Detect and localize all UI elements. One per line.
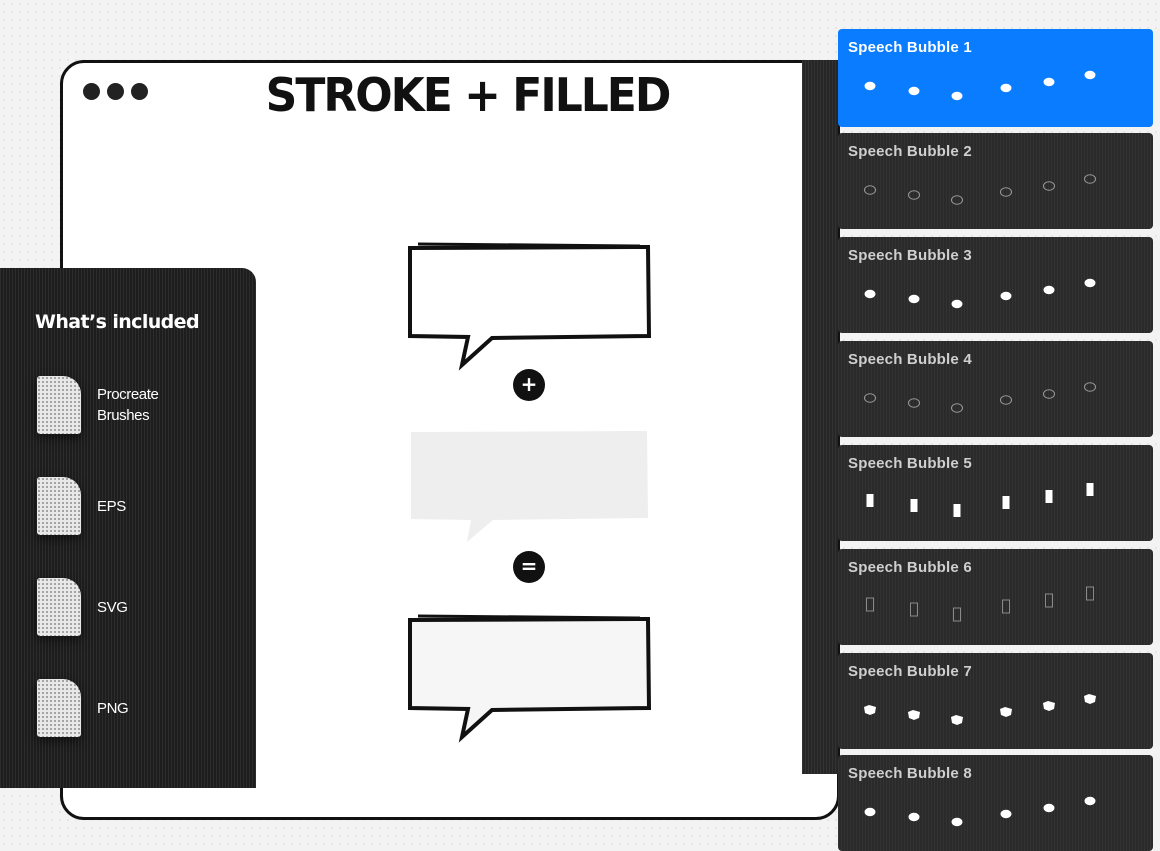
brush-stroke-preview	[864, 174, 1096, 205]
brush-stroke-mark	[864, 81, 876, 91]
brush-stroke-mark	[1084, 278, 1096, 288]
brush-stroke-mark	[910, 602, 918, 617]
brush-stroke-mark	[1043, 77, 1055, 87]
file-label: SVG	[97, 598, 128, 616]
brush-item-speech-bubble-2[interactable]: Speech Bubble 2	[838, 133, 1160, 229]
brush-stroke-mark	[1084, 70, 1096, 80]
file-item-png[interactable]: PNG	[37, 679, 197, 737]
brush-stroke-mark	[864, 705, 876, 715]
brush-stroke-mark	[1043, 701, 1055, 711]
brush-stroke-mark	[1000, 809, 1012, 819]
brush-stroke-mark	[1002, 496, 1010, 509]
result-bubble-illustration	[408, 614, 652, 743]
brush-stroke-mark	[864, 289, 876, 299]
brush-stroke-mark	[1084, 694, 1096, 704]
brush-stroke-mark	[1084, 174, 1096, 184]
brush-stroke-mark	[864, 185, 876, 195]
brush-item-speech-bubble-1[interactable]: Speech Bubble 1	[838, 29, 1160, 127]
brush-stroke-preview	[866, 586, 1094, 622]
brush-stroke-preview	[864, 796, 1096, 827]
brush-stroke-mark	[951, 817, 963, 827]
plus-operator-icon: +	[513, 369, 545, 401]
brush-stroke-mark	[951, 195, 963, 205]
brush-item-speech-bubble-3[interactable]: Speech Bubble 3	[838, 237, 1160, 333]
brush-stroke-mark	[953, 607, 961, 622]
file-label: EPS	[97, 497, 126, 515]
file-label: PNG	[97, 699, 129, 717]
brush-item-speech-bubble-5[interactable]: Speech Bubble 5	[838, 445, 1160, 541]
brush-stroke-mark	[910, 499, 918, 512]
brush-stroke-mark	[951, 403, 963, 413]
brush-stroke-preview	[866, 483, 1094, 517]
file-icon	[37, 376, 81, 434]
brush-stroke-preview	[864, 70, 1096, 101]
brush-stroke-mark	[1084, 796, 1096, 806]
brush-stroke-mark	[864, 393, 876, 403]
brush-stroke-mark	[1086, 586, 1094, 601]
whats-included-heading: What’s included	[35, 311, 200, 333]
brush-library-list: Speech Bubble 1 Speech Bubble 2 Speech B…	[838, 0, 1160, 851]
file-item-svg[interactable]: SVG	[37, 578, 197, 636]
brush-stroke-preview	[864, 382, 1096, 413]
brush-stroke-mark	[951, 91, 963, 101]
file-item-eps[interactable]: EPS	[37, 477, 197, 535]
brush-item-speech-bubble-4[interactable]: Speech Bubble 4	[838, 341, 1160, 437]
brush-stroke-preview	[864, 278, 1096, 309]
brush-stroke-mark	[1084, 382, 1096, 392]
brush-stroke-mark	[1000, 395, 1012, 405]
brush-stroke-mark	[1043, 803, 1055, 813]
brush-stroke-mark	[908, 812, 920, 822]
brush-stroke-mark	[951, 299, 963, 309]
brush-item-speech-bubble-6[interactable]: Speech Bubble 6	[838, 549, 1160, 645]
brush-stroke-mark	[1043, 389, 1055, 399]
whats-included-panel: What’s included Procreate Brushes EPS SV…	[0, 268, 256, 788]
file-icon	[37, 578, 81, 636]
page-title: STROKE + FILLED	[265, 68, 672, 123]
brush-stroke-mark	[908, 398, 920, 408]
brush-panel-edge	[802, 60, 838, 774]
brush-item-speech-bubble-7[interactable]: Speech Bubble 7	[838, 653, 1160, 749]
file-label: Procreate Brushes	[97, 386, 159, 424]
brush-stroke-mark	[864, 807, 876, 817]
brush-stroke-mark	[951, 715, 963, 725]
brush-stroke-mark	[908, 86, 920, 96]
brush-stroke-mark	[1000, 83, 1012, 93]
brush-stroke-mark	[1045, 593, 1053, 608]
brush-stroke-mark	[908, 190, 920, 200]
brush-stroke-mark	[1086, 483, 1094, 496]
brush-stroke-mark	[953, 504, 961, 517]
brush-stroke-mark	[1000, 291, 1012, 301]
brush-stroke-mark	[1045, 490, 1053, 503]
file-icon	[37, 477, 81, 535]
brush-stroke-mark	[1000, 707, 1012, 717]
brush-stroke-mark	[908, 710, 920, 720]
brush-stroke-mark	[866, 494, 874, 507]
brush-item-speech-bubble-8[interactable]: Speech Bubble 8	[838, 755, 1160, 851]
equals-operator-icon: =	[513, 551, 545, 583]
brush-stroke-mark	[1043, 181, 1055, 191]
file-icon	[37, 679, 81, 737]
stroke-bubble-illustration	[408, 242, 652, 371]
brush-stroke-preview	[864, 694, 1096, 725]
file-item-procreate[interactable]: Procreate Brushes	[37, 376, 197, 434]
filled-bubble-illustration	[411, 431, 648, 542]
brush-stroke-mark	[1000, 187, 1012, 197]
brush-stroke-mark	[866, 597, 874, 612]
brush-stroke-mark	[1043, 285, 1055, 295]
brush-stroke-mark	[1002, 599, 1010, 614]
brush-stroke-mark	[908, 294, 920, 304]
